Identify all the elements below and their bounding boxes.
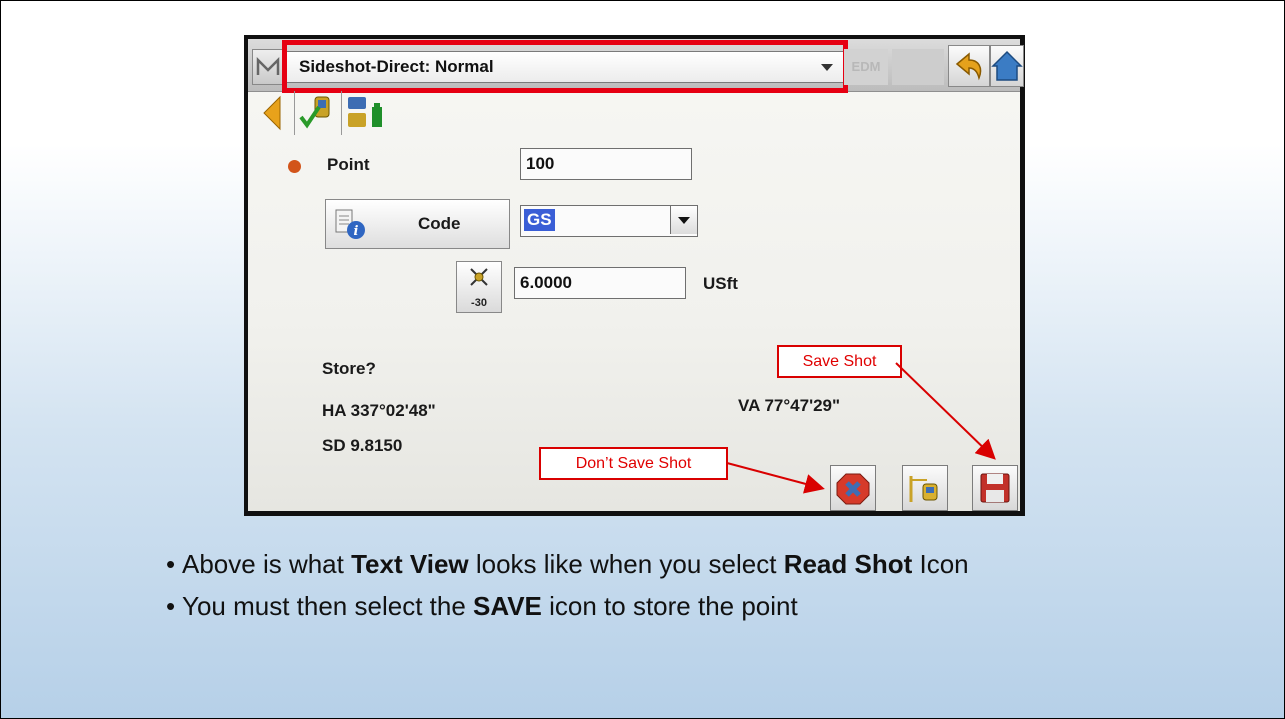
save-shot-callout: Save Shot [777,345,902,378]
dont-save-shot-callout: Don’t Save Shot [539,447,728,480]
slide: Sideshot-Direct: Normal EDM Point 100 i … [0,0,1285,719]
point-input[interactable]: 100 [520,148,692,180]
cancel-icon [835,472,871,511]
save-button[interactable] [972,465,1018,511]
point-label: Point [327,155,370,174]
target-height-button-label: -30 [471,297,487,309]
undo-icon[interactable] [948,45,990,87]
va-readout: VA 77°47'29" [738,396,841,415]
code-select-value: GS [524,209,555,231]
code-info-icon: i [334,208,368,245]
menu-icon[interactable] [252,49,284,85]
home-icon[interactable] [990,45,1024,87]
save-icon [978,471,1012,510]
back-arrow-icon[interactable] [252,91,292,135]
ha-readout: HA 337°02'48" [322,401,436,420]
instrument-connection-icon[interactable] [294,91,342,135]
device-screen-photo: Sideshot-Direct: Normal EDM Point 100 i … [244,35,1025,516]
target-height-button[interactable]: -30 [456,261,502,313]
code-button-label: Code [418,214,461,233]
point-status-dot [288,160,301,173]
disabled-button [892,49,944,85]
battery-status-icon[interactable] [342,91,388,135]
code-dropdown-button[interactable] [670,206,697,234]
device-screen: Sideshot-Direct: Normal EDM Point 100 i … [248,39,1024,511]
target-height-icon [467,265,491,294]
svg-text:i: i [354,224,359,239]
highlight-box [282,40,848,93]
read-shot-button[interactable] [902,465,948,511]
total-station-icon [907,470,943,511]
target-height-unit: USft [703,274,738,293]
target-height-input[interactable]: 6.0000 [514,267,686,299]
code-button[interactable]: i Code [325,199,510,249]
edm-button[interactable]: EDM [844,49,888,85]
bullet-item: • You must then select the SAVE icon to s… [166,591,798,621]
store-prompt: Store? [322,359,376,378]
bullet-item: • Above is what Text View looks like when… [166,549,969,579]
dont-save-button[interactable] [830,465,876,511]
bullet-list: • Above is what Text View looks like when… [166,543,969,627]
sd-readout: SD 9.8150 [322,436,403,455]
code-select[interactable]: GS [520,205,698,237]
chevron-down-icon [678,217,690,224]
